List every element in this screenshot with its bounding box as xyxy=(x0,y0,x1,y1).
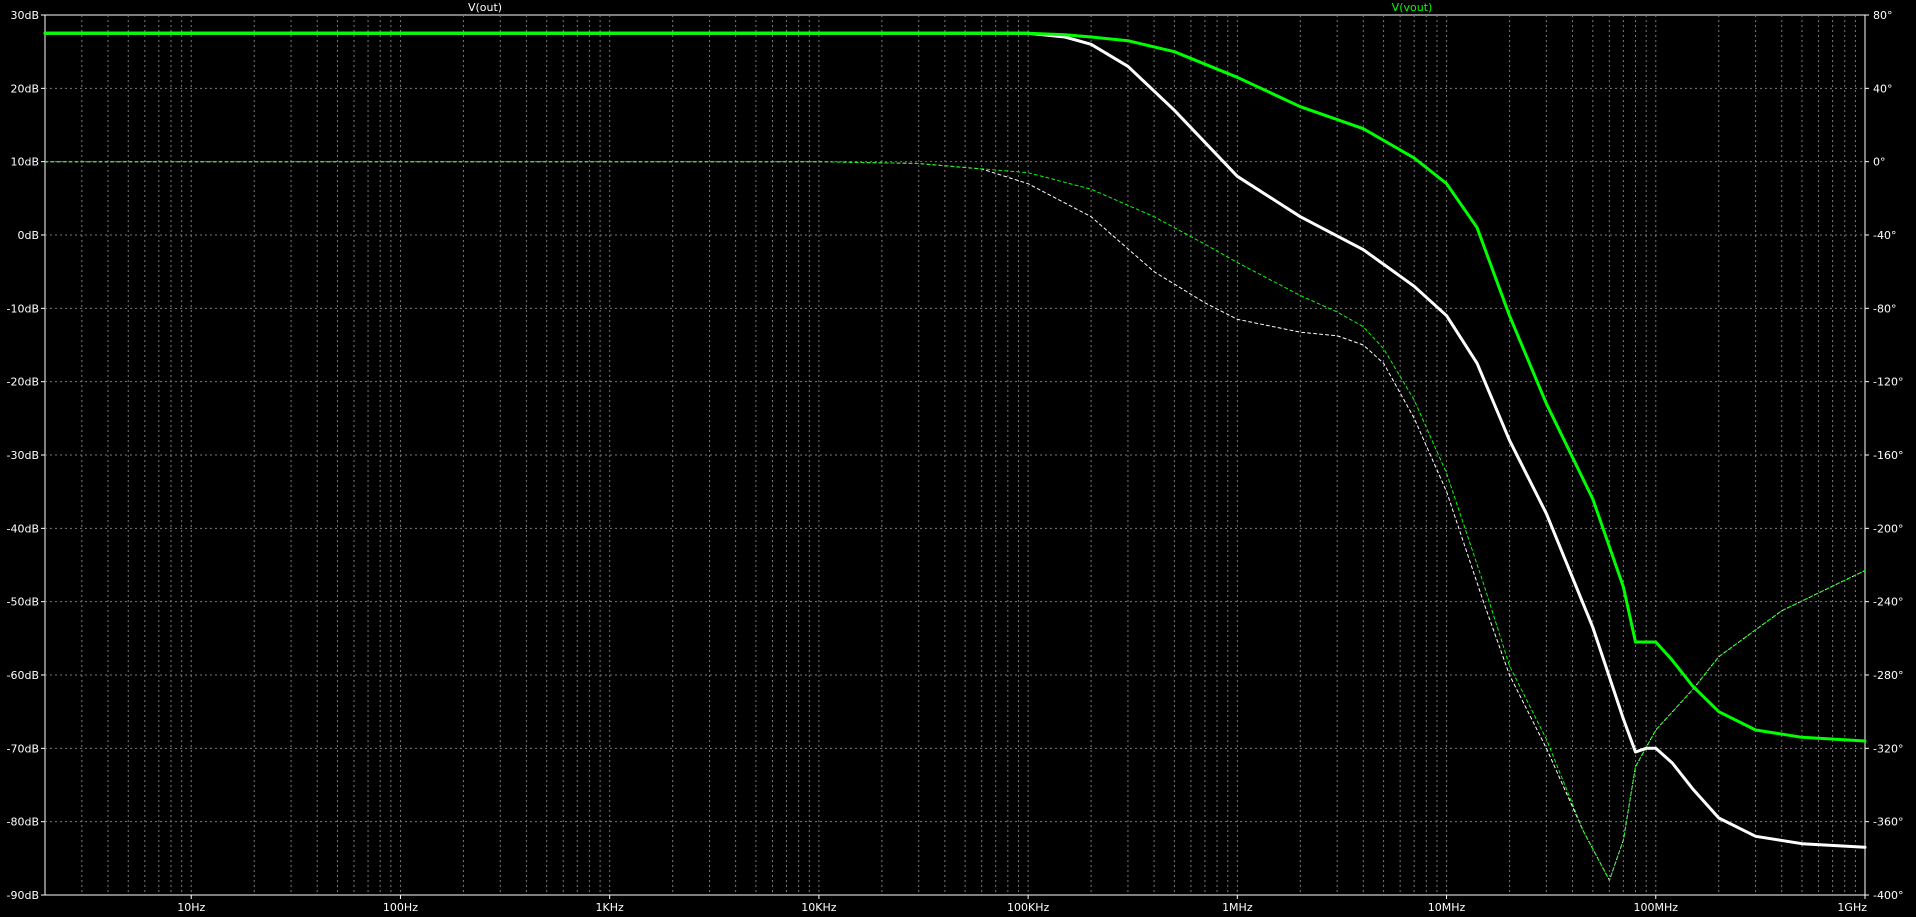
y-left-tick-label: -60dB xyxy=(7,669,40,682)
y-right-tick-label: -200° xyxy=(1873,522,1903,535)
y-left-tick-label: -80dB xyxy=(7,816,40,829)
y-left-tick-label: -10dB xyxy=(7,302,40,315)
trace-legend-item[interactable]: V(out) xyxy=(468,1,502,14)
x-tick-label: 1GHz xyxy=(1837,901,1867,914)
x-tick-label: 10Hz xyxy=(177,901,205,914)
trace-legend-item[interactable]: V(vout) xyxy=(1392,1,1433,14)
y-left-tick-label: 0dB xyxy=(17,229,39,242)
x-tick-label: 100MHz xyxy=(1634,901,1679,914)
y-right-tick-label: -360° xyxy=(1873,816,1903,829)
y-right-tick-label: -40° xyxy=(1873,229,1896,242)
y-right-tick-label: -320° xyxy=(1873,742,1903,755)
y-left-tick-label: -90dB xyxy=(7,889,40,902)
x-tick-label: 100Hz xyxy=(383,901,418,914)
x-tick-label: 10KHz xyxy=(801,901,836,914)
y-right-tick-label: -240° xyxy=(1873,596,1903,609)
x-tick-label: 1KHz xyxy=(596,901,624,914)
y-left-tick-label: 20dB xyxy=(10,82,39,95)
y-right-tick-label: -160° xyxy=(1873,449,1903,462)
y-left-tick-label: -70dB xyxy=(7,742,40,755)
y-right-tick-label: -120° xyxy=(1873,376,1903,389)
y-left-tick-label: 30dB xyxy=(10,9,39,22)
y-right-tick-label: -400° xyxy=(1873,889,1903,902)
x-tick-label: 10MHz xyxy=(1428,901,1466,914)
y-left-tick-label: 10dB xyxy=(10,156,39,169)
y-left-tick-label: -20dB xyxy=(7,376,40,389)
y-right-tick-label: 40° xyxy=(1873,82,1893,95)
x-tick-label: 100KHz xyxy=(1007,901,1049,914)
y-left-tick-label: -40dB xyxy=(7,522,40,535)
y-left-tick-label: -50dB xyxy=(7,596,40,609)
bode-plot[interactable]: 30dB 20dB 10dB 0dB -10dB -20dB -30dB -40dB -50dB… xyxy=(0,0,1916,917)
y-right-tick-label: -80° xyxy=(1873,302,1896,315)
trace-legend[interactable]: V(out) V(vout) xyxy=(468,1,1432,14)
x-tick-label: 1MHz xyxy=(1222,901,1253,914)
y-right-tick-label: 0° xyxy=(1873,156,1886,169)
y-left-tick-label: -30dB xyxy=(7,449,40,462)
y-right-tick-label: -280° xyxy=(1873,669,1903,682)
y-right-tick-label: 80° xyxy=(1873,9,1893,22)
